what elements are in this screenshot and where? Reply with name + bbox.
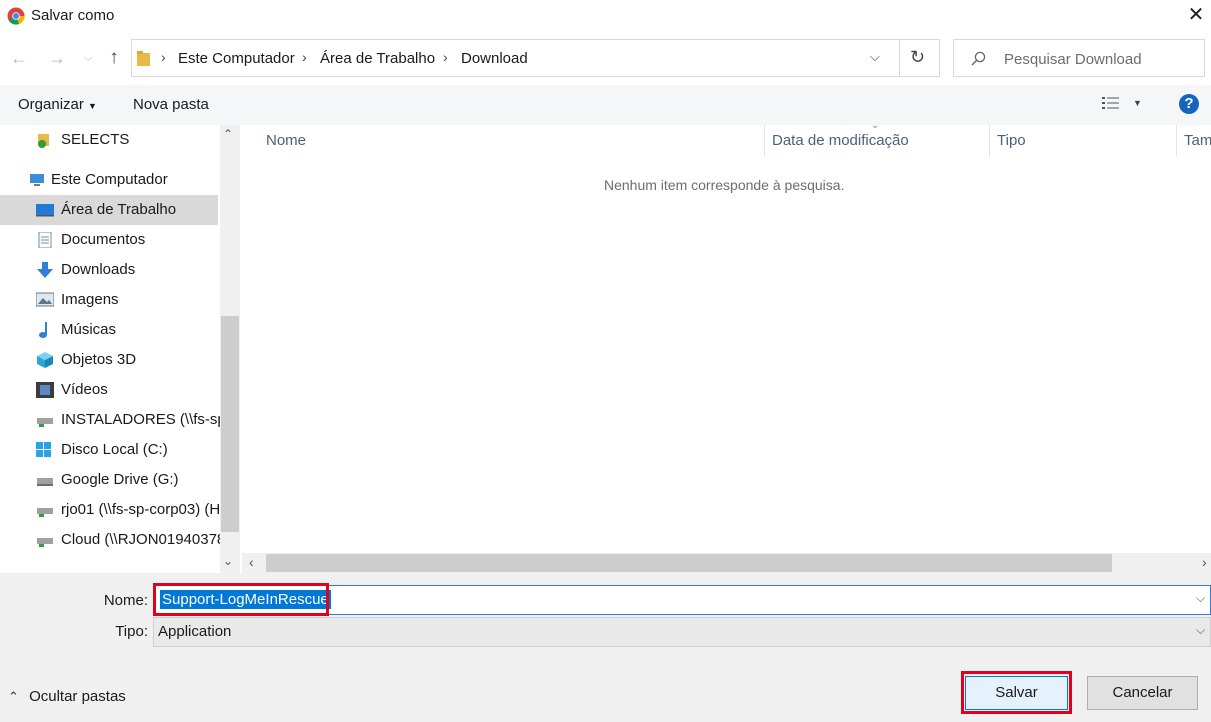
sidebar-item-selects[interactable]: SELECTS [0,125,218,155]
sidebar-item-label: SELECTS [61,131,130,148]
sidebar-item-videos[interactable]: Vídeos [0,375,218,405]
sidebar-item-label: Vídeos [61,381,108,398]
file-name-chevron-down-icon[interactable]: ⌵ [1196,591,1205,606]
empty-message: Nenhum item corresponde à pesquisa. [604,177,845,193]
sidebar-item-objetos-3d[interactable]: Objetos 3D [0,345,218,375]
column-header-type[interactable]: Tipo [997,132,1026,149]
window-title: Salvar como [31,7,115,24]
column-divider [764,125,765,157]
search-icon [971,51,986,66]
sidebar-item-label: Cloud (\\RJON01940378 [61,531,226,548]
file-type-label: Tipo: [115,623,148,640]
breadcrumb-separator-icon: › [302,49,307,65]
breadcrumb-download[interactable]: Download [461,50,528,67]
3d-objects-icon [37,352,53,368]
recent-chevron-down-icon[interactable]: ⌵ [80,48,96,68]
column-header-size[interactable]: Tam [1184,132,1211,149]
sidebar-item-instaladores[interactable]: INSTALADORES (\\fs-sp [0,405,226,435]
network-drive-icon [37,508,53,517]
divider [899,40,900,76]
scroll-right-icon[interactable]: › [1202,554,1207,570]
sidebar-item-label: Google Drive (G:) [61,471,179,488]
downloads-icon [37,262,53,278]
scroll-up-icon[interactable]: ⌃ [223,127,233,141]
documents-icon [38,232,52,248]
file-name-label: Nome: [103,592,148,609]
sidebar-item-label: Área de Trabalho [61,201,177,218]
drive-icon [37,478,53,486]
sidebar-item-google-drive[interactable]: Google Drive (G:) [0,465,218,495]
search-box[interactable] [953,39,1205,77]
scroll-left-icon[interactable]: ‹ [249,554,254,570]
hide-folders-button[interactable]: ⌃ Ocultar pastas [8,688,126,705]
new-folder-button[interactable]: Nova pasta [133,96,209,113]
music-icon [39,322,47,338]
sidebar-item-este-computador[interactable]: Este Computador [0,165,218,195]
videos-icon [36,382,54,398]
forward-arrow-icon[interactable]: → [47,48,67,68]
file-type-chevron-down-icon[interactable]: ⌵ [1196,623,1205,638]
sidebar-item-musicas[interactable]: Músicas [0,315,218,345]
file-type-value: Application [158,623,232,640]
sidebar-item-label: Objetos 3D [61,351,137,368]
sidebar-item-label: INSTALADORES (\\fs-sp [61,411,226,428]
sidebar-item-cloud[interactable]: Cloud (\\RJON01940378 [0,525,225,555]
column-header-name[interactable]: Nome [266,132,306,149]
search-input[interactable] [1002,48,1201,70]
file-type-select[interactable]: Application ⌵ [153,617,1211,647]
desktop-icon [36,204,54,217]
sidebar-item-area-de-trabalho[interactable]: Área de Trabalho [0,195,218,225]
help-icon[interactable]: ? [1179,94,1199,114]
title-bar [0,0,1211,32]
column-divider [989,125,990,157]
caret-down-icon: ▼ [88,101,97,111]
sidebar-item-rjo01[interactable]: rjo01 (\\fs-sp-corp03) (H [0,495,221,525]
local-disk-icon [36,442,51,457]
address-history-chevron-down-icon[interactable]: ⌵ [870,49,880,65]
close-icon[interactable]: ✕ [1185,4,1207,26]
back-arrow-icon[interactable]: ← [9,48,29,68]
folder-icon [137,51,150,66]
sidebar-scroll-thumb[interactable] [221,316,239,532]
sidebar-item-label: Documentos [61,231,146,248]
sidebar-item-documentos[interactable]: Documentos [0,225,218,255]
chevron-up-icon: ⌃ [8,689,19,704]
view-caret-down-icon[interactable]: ▼ [1133,98,1142,108]
breadcrumb-separator-icon: › [161,49,166,65]
scroll-down-icon[interactable]: ⌄ [223,554,233,568]
sidebar-item-downloads[interactable]: Downloads [0,255,218,285]
refresh-icon[interactable]: ↻ [910,47,925,68]
breadcrumb-separator-icon: › [443,49,448,65]
sidebar-item-imagens[interactable]: Imagens [0,285,218,315]
save-highlight-box [961,671,1072,714]
network-drive-icon [37,418,53,427]
pictures-icon [36,292,54,307]
sidebar-item-label: Músicas [61,321,117,338]
file-name-highlight-box [153,583,329,616]
sidebar-item-label: rjo01 (\\fs-sp-corp03) (H [61,501,221,518]
sidebar-item-label: Disco Local (C:) [61,441,168,458]
navigation-pane: SELECTS Este Computador Área de Trabalho… [0,125,240,573]
sidebar-item-disco-local[interactable]: Disco Local (C:) [0,435,218,465]
column-header-date-modified[interactable]: Data de modificação [772,132,909,149]
organize-menu-button[interactable]: Organizar ▼ [18,96,97,113]
hide-folders-label: Ocultar pastas [29,688,126,705]
cancel-button[interactable]: Cancelar [1087,676,1198,710]
breadcrumb-este-computador[interactable]: Este Computador [178,50,295,67]
shared-folder-icon [38,134,49,148]
sidebar-item-label: Downloads [61,261,136,278]
computer-icon [30,174,44,186]
sort-chevron-icon: ⌄ [871,120,880,131]
sidebar-item-label: Imagens [61,291,119,308]
hscroll-thumb[interactable] [266,554,1112,572]
organize-label: Organizar [18,96,84,113]
address-bar[interactable]: › Este Computador › Área de Trabalho › D… [131,39,940,77]
up-arrow-icon[interactable]: ↑ [104,47,124,69]
sidebar-item-label: Este Computador [51,171,168,188]
chrome-app-icon [7,7,25,25]
breadcrumb-area-de-trabalho[interactable]: Área de Trabalho [320,50,435,67]
view-options-icon[interactable] [1102,96,1120,112]
network-drive-icon [37,538,53,547]
column-divider [1176,125,1177,157]
